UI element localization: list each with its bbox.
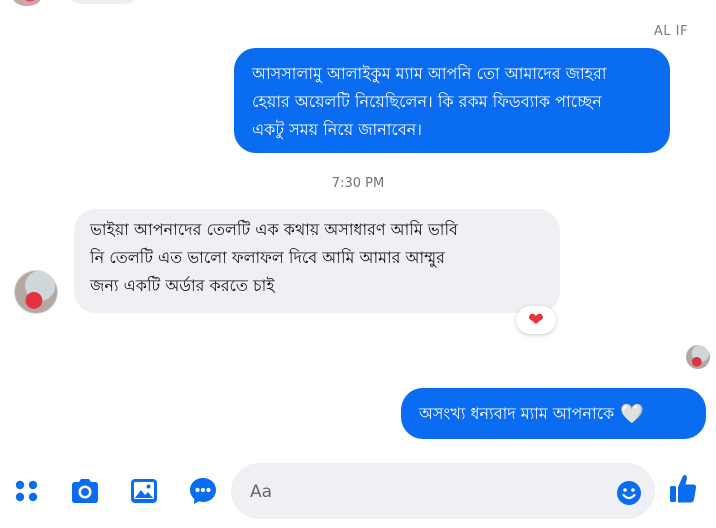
sender-name: AL IF bbox=[653, 24, 688, 39]
like-icon[interactable] bbox=[666, 472, 700, 506]
previous-message-avatar bbox=[12, 0, 42, 6]
message-line: নি তেলটি এত ভালো ফলাফল দিবে আমি আমার আম্… bbox=[90, 248, 445, 267]
emoji-icon[interactable] bbox=[616, 480, 642, 510]
incoming-message-bubble[interactable]: ভাইয়া আপনাদের তেলটি এক কথায় অসাধারণ আম… bbox=[74, 209, 560, 313]
message-line: একটু সময় নিয়ে জানাবেন। bbox=[252, 120, 422, 139]
message-line: জন্য একটি অর্ডার করতে চাই bbox=[90, 276, 275, 295]
seen-receipt-avatar bbox=[686, 345, 710, 369]
gallery-icon[interactable] bbox=[127, 474, 161, 508]
white-heart-emoji: 🤍 bbox=[620, 402, 644, 425]
message-line: হেয়ার অয়েলটি নিয়েছিলেন। কি রকম ফিডব্য… bbox=[252, 92, 602, 111]
heart-reaction[interactable]: ❤ bbox=[516, 306, 556, 334]
voice-chat-icon[interactable] bbox=[186, 474, 220, 508]
menu-dots-icon[interactable] bbox=[10, 474, 44, 508]
message-input[interactable] bbox=[248, 463, 582, 521]
message-line: ভাইয়া আপনাদের তেলটি এক কথায় অসাধারণ আম… bbox=[90, 220, 458, 239]
heart-icon: ❤ bbox=[528, 309, 544, 331]
outgoing-message-bubble[interactable]: আসসালামু আলাইকুম ম্যাম আপনি তো আমাদের জা… bbox=[234, 48, 670, 153]
outgoing-message-bubble[interactable]: অসংখ্য ধন্যবাদ ম্যাম আপনাকে 🤍 bbox=[401, 388, 706, 439]
sender-avatar[interactable] bbox=[14, 270, 58, 314]
message-timestamp: 7:30 PM bbox=[331, 176, 385, 191]
previous-message-bubble bbox=[68, 0, 138, 4]
camera-icon[interactable] bbox=[68, 474, 102, 508]
message-line: আসসালামু আলাইকুম ম্যাম আপনি তো আমাদের জা… bbox=[252, 64, 607, 83]
message-composer[interactable] bbox=[231, 463, 655, 521]
message-text: অসংখ্য ধন্যবাদ ম্যাম আপনাকে bbox=[419, 403, 615, 423]
